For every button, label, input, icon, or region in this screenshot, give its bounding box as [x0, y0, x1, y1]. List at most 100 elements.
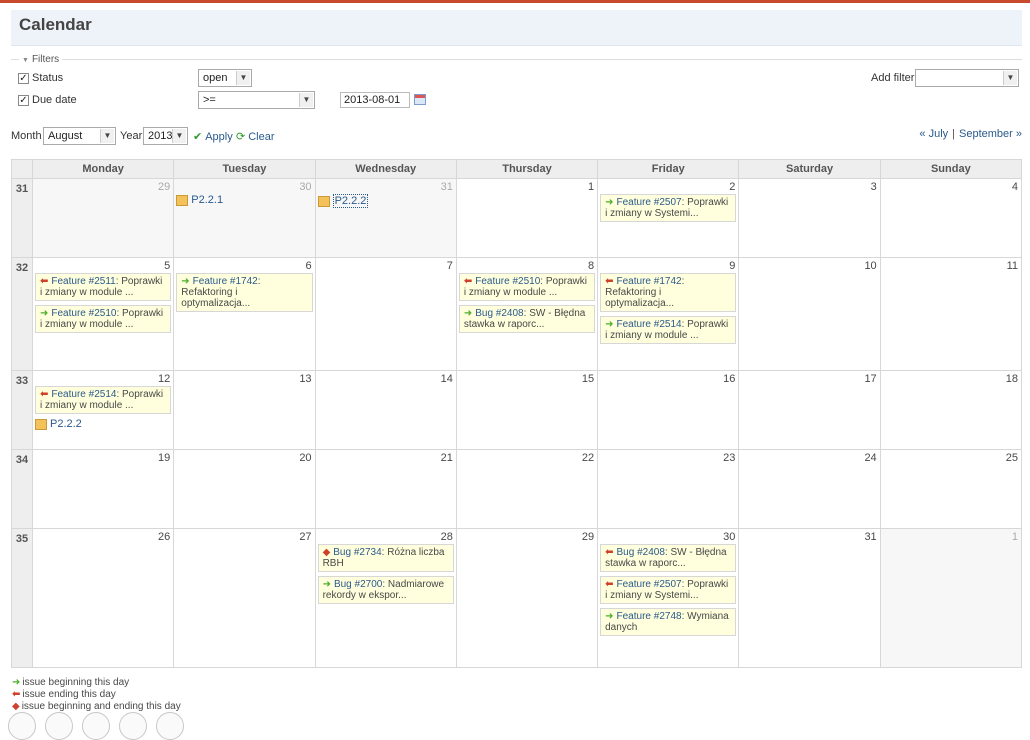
- day-number: 22: [581, 452, 595, 464]
- filters-legend[interactable]: ▼ Filters: [19, 54, 63, 65]
- calendar-picker-icon[interactable]: [414, 94, 426, 105]
- calendar-issue: ➜ Feature #2514: Poprawki i zmiany w modu…: [600, 316, 737, 344]
- calendar-day-cell[interactable]: 30 ⬅ Bug #2408: SW - Błędna stawka w rapor…: [597, 528, 740, 668]
- issue-link[interactable]: Feature #2514: [51, 389, 116, 400]
- calendar-day-cell[interactable]: 31 P2.2.2: [314, 178, 457, 258]
- calendar-issue: ➜ Feature #1742: Refaktoring i optymaliza…: [176, 273, 313, 312]
- calendar-day-cell[interactable]: 1: [455, 178, 599, 258]
- due-date-operator-select[interactable]: >= ▼: [198, 91, 315, 109]
- issue-link[interactable]: Bug #2408: [475, 308, 523, 319]
- toolbar-icon-1[interactable]: [8, 712, 36, 740]
- arrow-left-icon: ⬅: [40, 389, 49, 400]
- issue-link[interactable]: Feature #2507: [617, 579, 682, 590]
- day-number: 25: [1005, 452, 1018, 464]
- calendar-day-cell[interactable]: 28 ◆ Bug #2734: Różna liczba RBH ➜ Bug #2700…: [314, 528, 457, 668]
- toolbar-icon-4[interactable]: [119, 712, 147, 740]
- day-number: 1: [588, 181, 595, 193]
- calendar-day-cell[interactable]: 1: [879, 528, 1023, 668]
- calendar-day-cell[interactable]: 16: [597, 370, 740, 450]
- status-operator-select[interactable]: open ▼: [198, 69, 252, 87]
- chevron-down-icon: ▼: [1003, 71, 1017, 85]
- calendar-issue: ⬅ Bug #2408: SW - Błędna stawka w raporc.…: [600, 544, 737, 572]
- calendar-issue: ➜ Bug #2700: Nadmiarowe rekordy w ekspor.…: [317, 576, 454, 604]
- calendar-day-cell[interactable]: 25: [879, 449, 1023, 529]
- calendar-day-cell[interactable]: 22: [455, 449, 599, 529]
- version-milestone: P2.2.2: [35, 418, 171, 430]
- calendar-day-cell[interactable]: 9 ⬅ Feature #1742: Refaktoring i optymaliz…: [597, 257, 740, 371]
- version-link[interactable]: P2.2.2: [332, 194, 369, 208]
- issue-link[interactable]: Feature #2507: [617, 197, 682, 208]
- calendar-day-cell[interactable]: 6 ➜ Feature #1742: Refaktoring i optymaliz…: [173, 257, 316, 371]
- calendar-day-cell[interactable]: 15: [455, 370, 599, 450]
- issue-link[interactable]: Feature #2510: [51, 308, 116, 319]
- day-number: 29: [158, 181, 171, 193]
- day-number: 6: [305, 260, 312, 272]
- day-number: 27: [299, 531, 312, 543]
- calendar-day-cell[interactable]: 13: [173, 370, 316, 450]
- clear-button[interactable]: ⟳ Clear: [236, 130, 275, 143]
- calendar-day-cell[interactable]: 5 ⬅ Feature #2511: Poprawki i zmiany w mod…: [31, 257, 175, 371]
- arrow-left-icon: ⬅: [12, 689, 21, 700]
- issue-link[interactable]: Feature #1742: [617, 276, 682, 287]
- calendar-day-cell[interactable]: 10: [738, 257, 881, 371]
- add-filter-select[interactable]: ▼: [915, 69, 1019, 87]
- calendar-day-cell[interactable]: 19: [31, 449, 175, 529]
- calendar-day-cell[interactable]: 18: [879, 370, 1023, 450]
- day-number: 20: [299, 452, 312, 464]
- calendar-issue: ◆ Bug #2734: Różna liczba RBH: [317, 544, 454, 572]
- calendar-day-cell[interactable]: 14: [314, 370, 457, 450]
- calendar-day-cell[interactable]: 7: [314, 257, 457, 371]
- arrow-right-icon: ➜: [12, 677, 21, 688]
- calendar-day-cell[interactable]: 26: [31, 528, 175, 668]
- issue-link[interactable]: Bug #2700: [334, 579, 382, 590]
- version-link[interactable]: P2.2.1: [191, 194, 223, 206]
- calendar-day-cell[interactable]: 17: [738, 370, 881, 450]
- calendar-day-cell[interactable]: 23: [597, 449, 740, 529]
- calendar-day-cell[interactable]: 11: [879, 257, 1023, 371]
- calendar-day-cell[interactable]: 29: [31, 178, 175, 258]
- calendar-day-cell[interactable]: 31: [738, 528, 881, 668]
- title-bar: Calendar: [11, 10, 1022, 46]
- issue-link[interactable]: Bug #2734: [333, 547, 381, 558]
- calendar-issue: ⬅ Feature #2507: Poprawki i zmiany w Syst…: [600, 576, 737, 604]
- calendar-day-cell[interactable]: 4: [879, 178, 1023, 258]
- issue-link[interactable]: Feature #1742: [193, 276, 258, 287]
- legend-start: ➜ issue beginning this day: [12, 677, 130, 688]
- apply-button[interactable]: ✔ Apply: [193, 130, 233, 143]
- day-number: 18: [1005, 373, 1018, 385]
- status-filter-checkbox[interactable]: ✓: [18, 73, 29, 84]
- calendar-day-cell[interactable]: 29: [455, 528, 599, 668]
- calendar-day-cell[interactable]: 2 ➜ Feature #2507: Poprawki i zmiany w Sys…: [597, 178, 740, 258]
- day-number: 24: [864, 452, 877, 464]
- calendar-day-cell[interactable]: 8 ⬅ Feature #2510: Poprawki i zmiany w mod…: [455, 257, 599, 371]
- collapse-triangle-icon: ▼: [22, 57, 29, 64]
- calendar-issue: ⬅ Feature #2510: Poprawki i zmiany w modu…: [458, 273, 596, 301]
- calendar-day-cell[interactable]: 3: [738, 178, 881, 258]
- issue-link[interactable]: Bug #2408: [617, 547, 665, 558]
- chevron-down-icon: ▼: [299, 93, 313, 107]
- issue-link[interactable]: Feature #2511: [51, 276, 115, 287]
- calendar-day-cell[interactable]: 21: [314, 449, 457, 529]
- checkmark-icon: ✔: [193, 131, 203, 143]
- year-select[interactable]: 2013 ▼: [143, 127, 188, 145]
- next-month-link[interactable]: September »: [959, 128, 1022, 140]
- toolbar-icon-5[interactable]: [156, 712, 184, 740]
- due-date-input[interactable]: 2013-08-01: [340, 92, 410, 108]
- toolbar-icon-2[interactable]: [45, 712, 73, 740]
- toolbar-icon-3[interactable]: [82, 712, 110, 740]
- issue-link[interactable]: Feature #2510: [475, 276, 540, 287]
- calendar-day-cell[interactable]: 12 ⬅ Feature #2514: Poprawki i zmiany w mo…: [31, 370, 175, 450]
- due-date-filter-checkbox[interactable]: ✓: [18, 95, 29, 106]
- day-number: 13: [299, 373, 312, 385]
- calendar-day-cell[interactable]: 24: [738, 449, 881, 529]
- version-link[interactable]: P2.2.2: [50, 418, 82, 430]
- arrow-right-icon: ➜: [322, 579, 331, 590]
- calendar-week-row: 31 29 30 P2.2.1 31 P2.2.2 1 2 ➜ Feature #2507: Po…: [11, 178, 1023, 258]
- issue-link[interactable]: Feature #2514: [617, 319, 682, 330]
- issue-link[interactable]: Feature #2748: [617, 611, 682, 622]
- calendar-day-cell[interactable]: 20: [173, 449, 316, 529]
- calendar-day-cell[interactable]: 27: [173, 528, 316, 668]
- calendar-day-cell[interactable]: 30 P2.2.1: [173, 178, 316, 258]
- month-select[interactable]: August ▼: [43, 127, 116, 145]
- prev-month-link[interactable]: « July: [919, 128, 948, 140]
